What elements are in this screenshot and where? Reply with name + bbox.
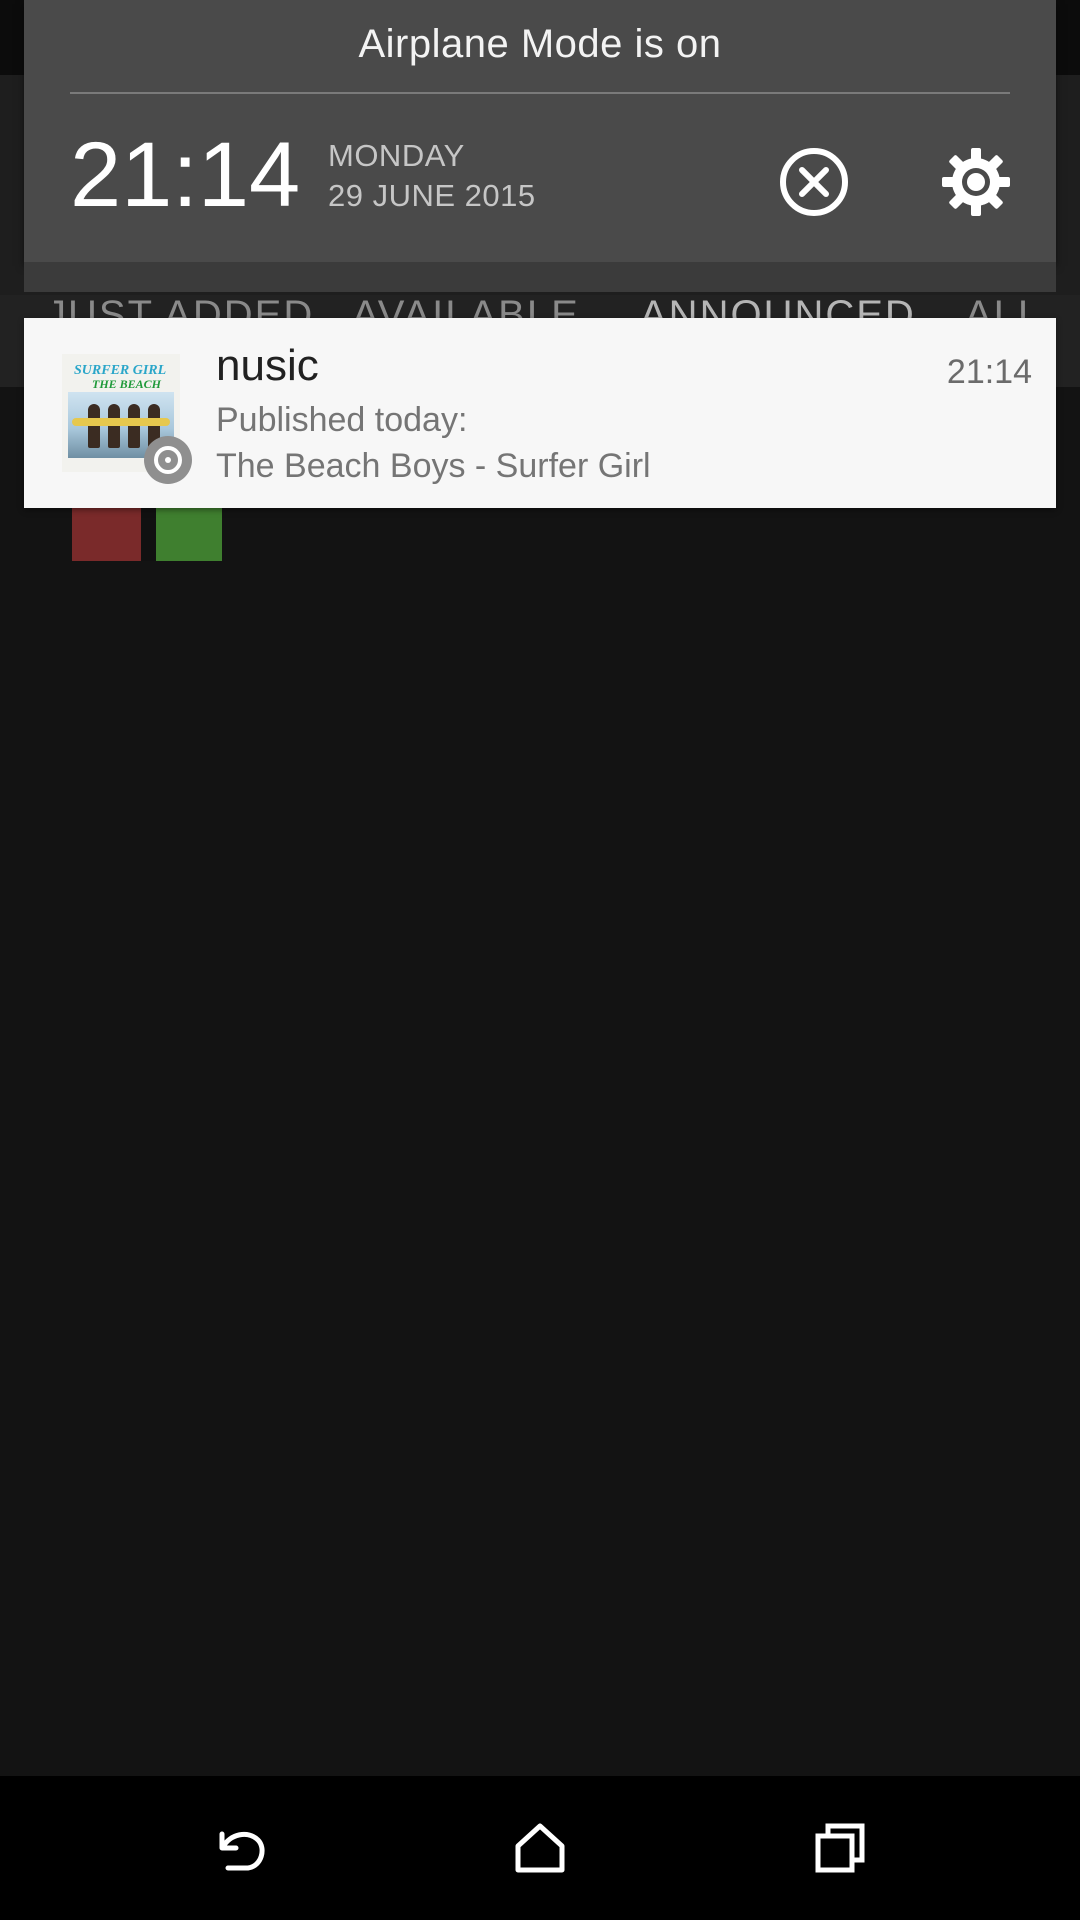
background-list-thumbnail [72,507,222,561]
notification-text-line-1: Published today: [216,401,468,439]
notification-card[interactable]: SURFER GIRL THE BEACH BOYS nusic 21:14 P… [24,318,1056,508]
airplane-mode-banner[interactable]: Airplane Mode is on [24,22,1056,67]
settings-button[interactable] [934,140,1018,224]
album-art-surfboard [72,418,170,426]
notification-app-name: nusic [216,341,319,390]
notification-time: 21:14 [946,353,1032,391]
disc-icon-graphic [154,446,182,474]
notification-text-line-2: The Beach Boys - Surfer Girl [216,447,651,485]
shade-day: MONDAY [328,138,465,173]
album-art-figure [128,404,140,448]
dismiss-all-button[interactable] [772,140,856,224]
album-art-figure [88,404,100,448]
recents-icon [815,1823,865,1873]
back-icon [219,1831,265,1871]
screen: JUST ADDED AVAILABLE ANNOUNCED ALL Airpl… [0,0,1080,1920]
album-art-figure [108,404,120,448]
notification-shade-header: Airplane Mode is on 21:14 MONDAY 29 JUNE… [24,0,1056,262]
home-button[interactable] [490,1798,590,1898]
shade-date-text: 29 JUNE 2015 [328,178,536,213]
recents-button[interactable] [790,1798,890,1898]
album-art-title: SURFER GIRL [74,363,167,378]
home-icon [515,1823,565,1873]
navigation-bar [0,1776,1080,1920]
header-divider [70,92,1010,94]
gear-icon [942,148,1010,216]
shade-bottom-band [24,262,1056,292]
shade-clock[interactable]: 21:14 [70,120,300,230]
disc-icon [144,436,192,484]
back-button[interactable] [190,1798,290,1898]
close-circle-icon [780,148,848,216]
shade-date[interactable]: MONDAY 29 JUNE 2015 [328,136,536,216]
